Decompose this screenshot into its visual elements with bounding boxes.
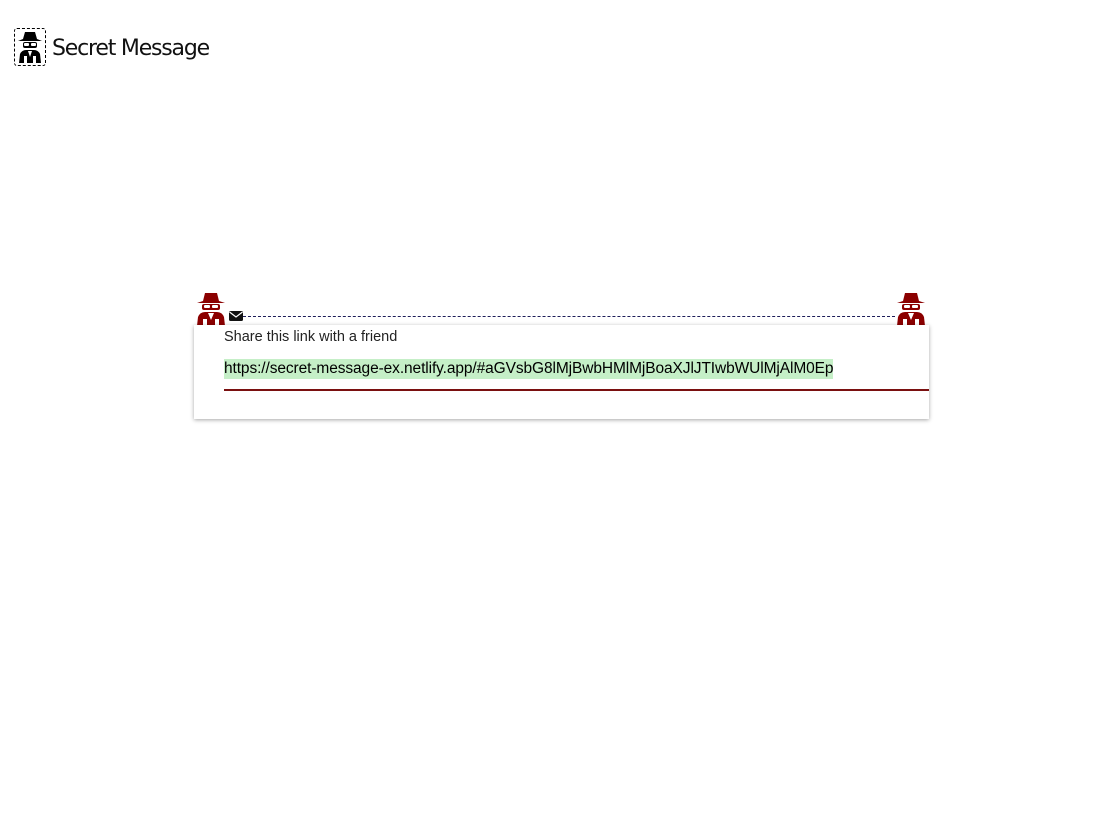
spy-icon bbox=[197, 293, 225, 326]
connector-line bbox=[243, 316, 895, 317]
page: Secret Message Share this link with a fr… bbox=[0, 0, 1117, 822]
spy-icon bbox=[18, 32, 42, 63]
share-link-field[interactable]: https://secret-message-ex.netlify.app/#a… bbox=[224, 357, 929, 391]
app-title: Secret Message bbox=[52, 36, 210, 61]
share-link-text[interactable]: https://secret-message-ex.netlify.app/#a… bbox=[224, 359, 834, 379]
share-label: Share this link with a friend bbox=[224, 329, 398, 345]
spy-icon bbox=[897, 293, 925, 326]
brand[interactable]: Secret Message bbox=[14, 28, 210, 66]
brand-logo[interactable] bbox=[14, 28, 46, 66]
share-card: Share this link with a friend https://se… bbox=[194, 325, 929, 419]
envelope-icon bbox=[229, 311, 243, 321]
